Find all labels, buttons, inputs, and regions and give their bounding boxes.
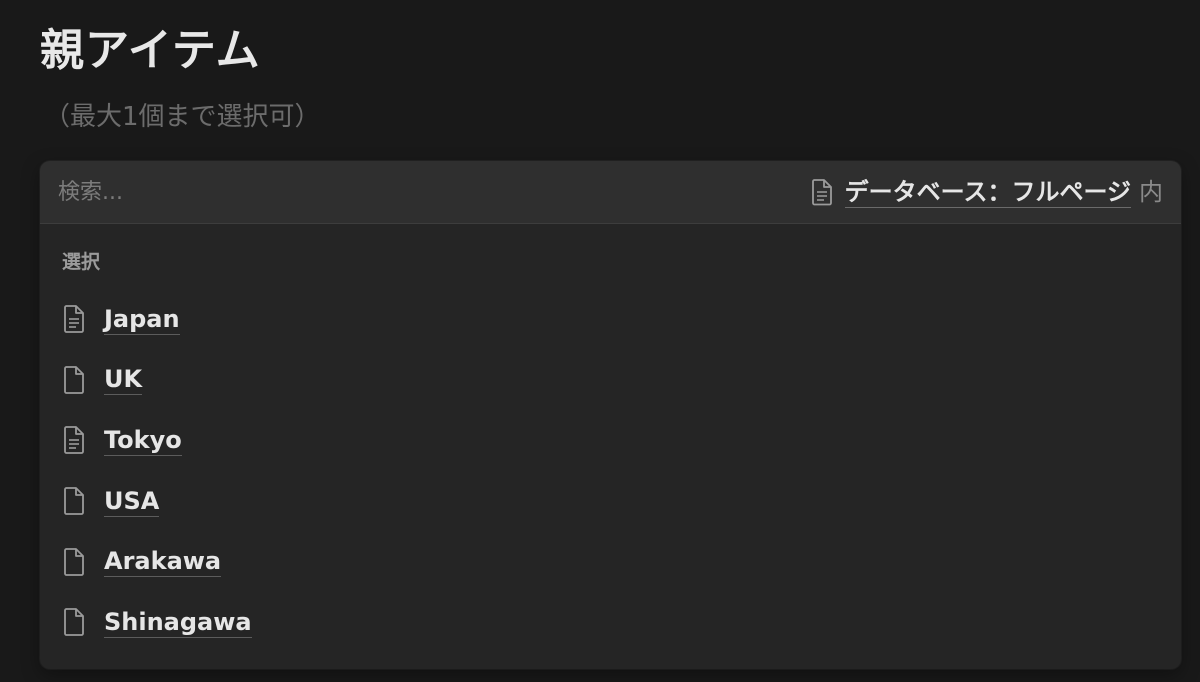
search-scope[interactable]: データベース：フルページ 内: [811, 175, 1163, 209]
list-item-label: Arakawa: [104, 547, 222, 578]
section-label-select: 選択: [62, 251, 101, 273]
list-item-shinagawa[interactable]: Shinagawa: [40, 592, 1181, 653]
page-title: 親アイテム: [40, 25, 261, 76]
search-input[interactable]: [58, 173, 658, 211]
selection-limit-note: （最大1個まで選択可）: [44, 102, 321, 132]
item-list: Japan UK Tokyo USA Arakawa Shinagawa: [40, 289, 1181, 653]
list-item-label: Japan: [104, 304, 180, 335]
list-item-label: Tokyo: [104, 425, 182, 456]
list-item-japan[interactable]: Japan: [40, 289, 1181, 350]
document-icon: [64, 608, 84, 637]
document-icon: [64, 487, 84, 515]
scope-suffix: 内: [1139, 178, 1163, 206]
list-item-label: Shinagawa: [104, 607, 252, 638]
list-item-tokyo[interactable]: Tokyo: [40, 410, 1181, 471]
list-item-uk[interactable]: UK: [40, 350, 1181, 411]
search-bar: データベース：フルページ 内: [40, 161, 1181, 224]
page: 親アイテム （最大1個まで選択可） データベース：フルページ 内 選択: [0, 0, 1200, 682]
scope-database-link[interactable]: データベース：フルページ: [844, 177, 1131, 208]
list-item-usa[interactable]: USA: [40, 471, 1181, 532]
document-icon: [64, 365, 84, 394]
document-text-icon: [64, 426, 84, 455]
document-text-icon: [64, 305, 84, 334]
list-item-arakawa[interactable]: Arakawa: [40, 531, 1181, 592]
list-item-label: USA: [104, 486, 160, 517]
document-icon: [811, 179, 832, 206]
relation-picker-panel: データベース：フルページ 内 選択 Japan: [40, 161, 1181, 669]
list-item-label: UK: [104, 365, 143, 396]
document-icon: [64, 547, 84, 576]
